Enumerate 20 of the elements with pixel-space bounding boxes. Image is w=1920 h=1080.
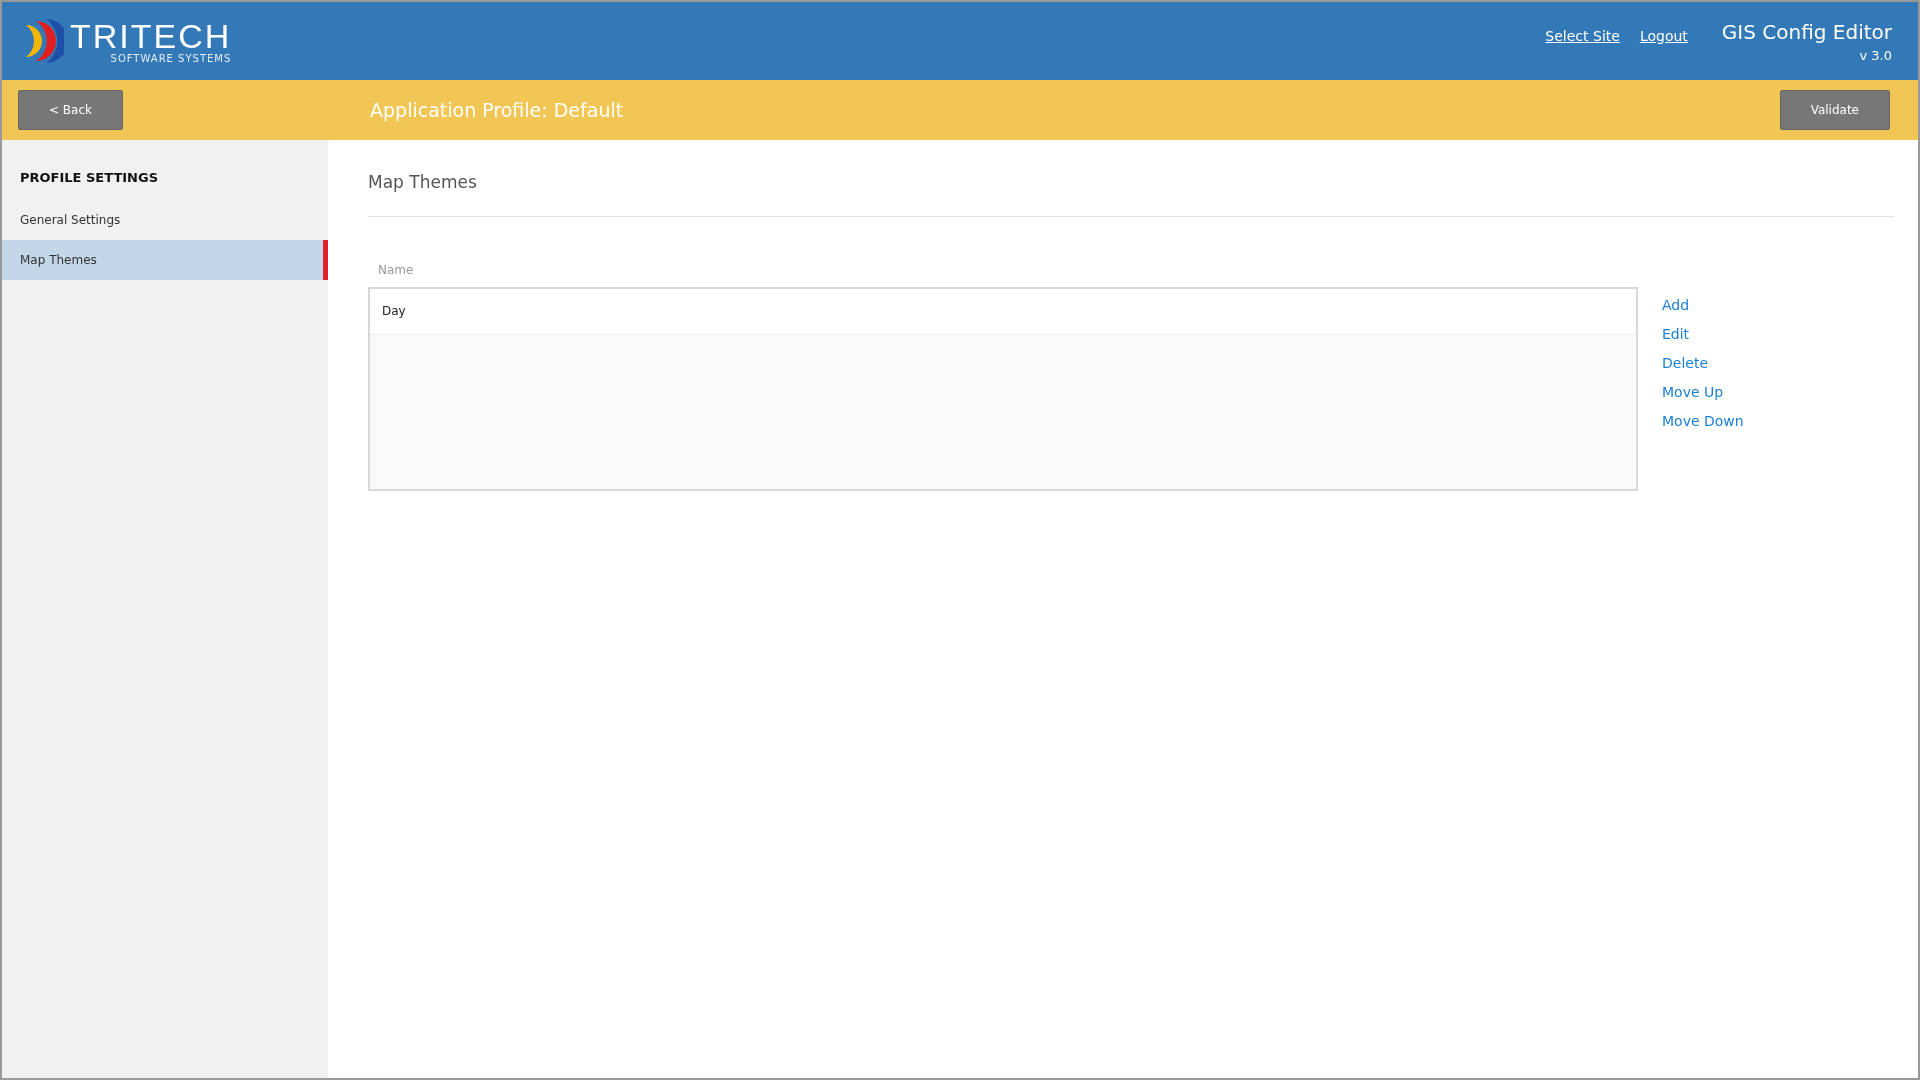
action-link[interactable]: Move Up [1662,384,1744,400]
action-link[interactable]: Delete [1662,355,1744,371]
page-title: Application Profile: Default [370,99,625,121]
sidebar-item[interactable]: Map Themes [2,240,328,280]
logo-tagline: SOFTWARE SYSTEMS [110,52,232,64]
validate-button[interactable]: Validate [1779,90,1890,130]
action-link[interactable]: Add [1662,297,1744,313]
header-link[interactable]: Select Site [1545,27,1620,44]
section-heading: Map Themes [368,172,1894,217]
action-link[interactable]: Edit [1662,326,1744,342]
logo-wordmark: TRITECH [70,18,232,53]
back-button[interactable]: < Back [18,90,123,130]
list-row[interactable]: Day [370,289,1636,335]
column-label: Name [378,263,415,277]
action-link[interactable]: Move Down [1662,413,1744,429]
header-link[interactable]: Logout [1639,27,1688,44]
version-label: v 3.0 [1859,47,1892,63]
app-title: GIS Config Editor [1721,19,1892,44]
sidebar-heading: PROFILE SETTINGS [19,170,160,187]
sidebar-item[interactable]: General Settings [2,200,328,240]
